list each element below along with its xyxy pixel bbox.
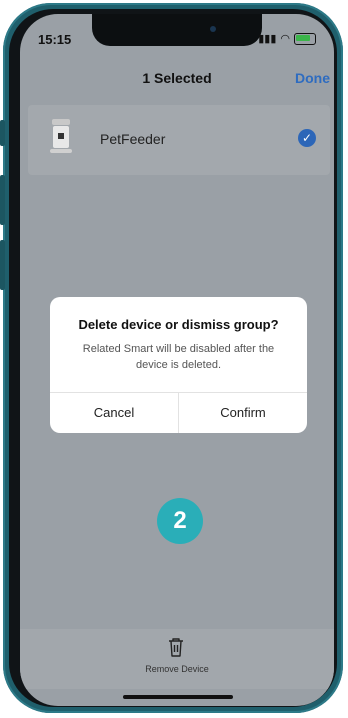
status-bar: 15:15 ▮▮▮ ◠ [20,14,334,58]
notch [92,14,262,46]
confirm-button[interactable]: Confirm [179,393,307,433]
phone-screen: 15:15 ▮▮▮ ◠ 1 Selected Done PetFeeder ✓ … [20,14,334,706]
battery-icon [294,32,316,45]
remove-device-label[interactable]: Remove Device [20,664,334,674]
camera-dot [210,26,216,32]
home-indicator [123,695,233,699]
page-title: 1 Selected [142,70,212,86]
cancel-button[interactable]: Cancel [50,393,178,433]
pet-feeder-icon [50,119,72,155]
side-button-left-top [0,120,5,146]
header: 1 Selected Done [20,70,334,102]
dialog-title: Delete device or dismiss group? [78,317,279,332]
bottom-action-bar[interactable]: Remove Device [20,629,334,689]
step-number-badge: 2 [157,498,203,544]
status-time: 15:15 [38,32,72,47]
dialog-message: Related Smart will be disabled after the… [82,343,275,371]
delete-confirm-dialog: Delete device or dismiss group? Related … [50,297,307,433]
signal-icon: ▮▮▮ [258,33,277,45]
device-list-item[interactable]: PetFeeder ✓ [28,105,330,175]
side-button-left-mid [0,175,5,225]
status-icons: ▮▮▮ ◠ [258,32,316,45]
trash-icon[interactable] [167,637,185,657]
done-button[interactable]: Done [295,70,330,86]
side-button-left-bottom [0,240,5,290]
device-name: PetFeeder [100,131,166,147]
wifi-icon: ◠ [280,33,290,45]
checkmark-icon[interactable]: ✓ [298,129,316,147]
